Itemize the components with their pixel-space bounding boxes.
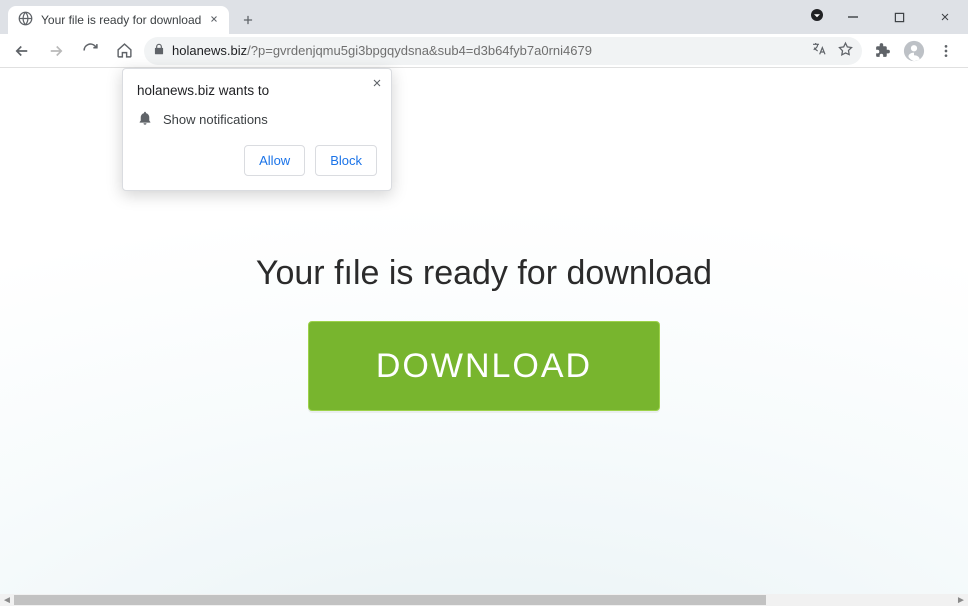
window-controls [808, 0, 968, 34]
reload-button[interactable] [76, 37, 104, 65]
page-headline: Your fıle is ready for download [256, 254, 712, 293]
home-button[interactable] [110, 37, 138, 65]
bell-icon [137, 110, 153, 129]
translate-icon[interactable] [811, 41, 827, 60]
browser-toolbar: holanews.biz/?p=gvrdenjqmu5gi3bpgqydsna&… [0, 34, 968, 68]
profile-avatar-button[interactable] [900, 37, 928, 65]
allow-button[interactable]: Allow [244, 145, 305, 176]
new-tab-button[interactable] [241, 6, 255, 34]
forward-button[interactable] [42, 37, 70, 65]
chrome-account-indicator-icon[interactable] [808, 6, 826, 29]
window-minimize-button[interactable] [830, 0, 876, 34]
window-titlebar: Your file is ready for download [0, 0, 968, 34]
block-button[interactable]: Block [315, 145, 377, 176]
browser-tab[interactable]: Your file is ready for download [8, 6, 229, 34]
scrollbar-track[interactable] [14, 594, 954, 606]
scrollbar-thumb[interactable] [14, 595, 766, 605]
tab-strip: Your file is ready for download [0, 0, 255, 34]
url-path: /?p=gvrdenjqmu5gi3bpgqydsna&sub4=d3b64fy… [247, 43, 592, 58]
window-maximize-button[interactable] [876, 0, 922, 34]
globe-icon [18, 11, 33, 29]
close-icon[interactable] [371, 77, 383, 92]
extensions-button[interactable] [868, 37, 896, 65]
menu-button[interactable] [932, 37, 960, 65]
download-button[interactable]: DOWNLOAD [308, 321, 660, 411]
lock-icon[interactable] [152, 42, 166, 59]
prompt-title: holanews.biz wants to [137, 83, 377, 98]
horizontal-scrollbar[interactable]: ◄ ► [0, 594, 968, 606]
prompt-permission-text: Show notifications [163, 112, 268, 127]
tab-title: Your file is ready for download [41, 13, 201, 27]
bookmark-star-icon[interactable] [837, 41, 854, 61]
back-button[interactable] [8, 37, 36, 65]
close-tab-icon[interactable] [209, 13, 219, 27]
window-close-button[interactable] [922, 0, 968, 34]
scroll-right-arrow-icon[interactable]: ► [954, 594, 968, 606]
scroll-left-arrow-icon[interactable]: ◄ [0, 594, 14, 606]
url-host: holanews.biz [172, 43, 247, 58]
address-bar[interactable]: holanews.biz/?p=gvrdenjqmu5gi3bpgqydsna&… [144, 37, 862, 65]
permission-prompt: holanews.biz wants to Show notifications… [122, 68, 392, 191]
url-text: holanews.biz/?p=gvrdenjqmu5gi3bpgqydsna&… [172, 43, 592, 58]
